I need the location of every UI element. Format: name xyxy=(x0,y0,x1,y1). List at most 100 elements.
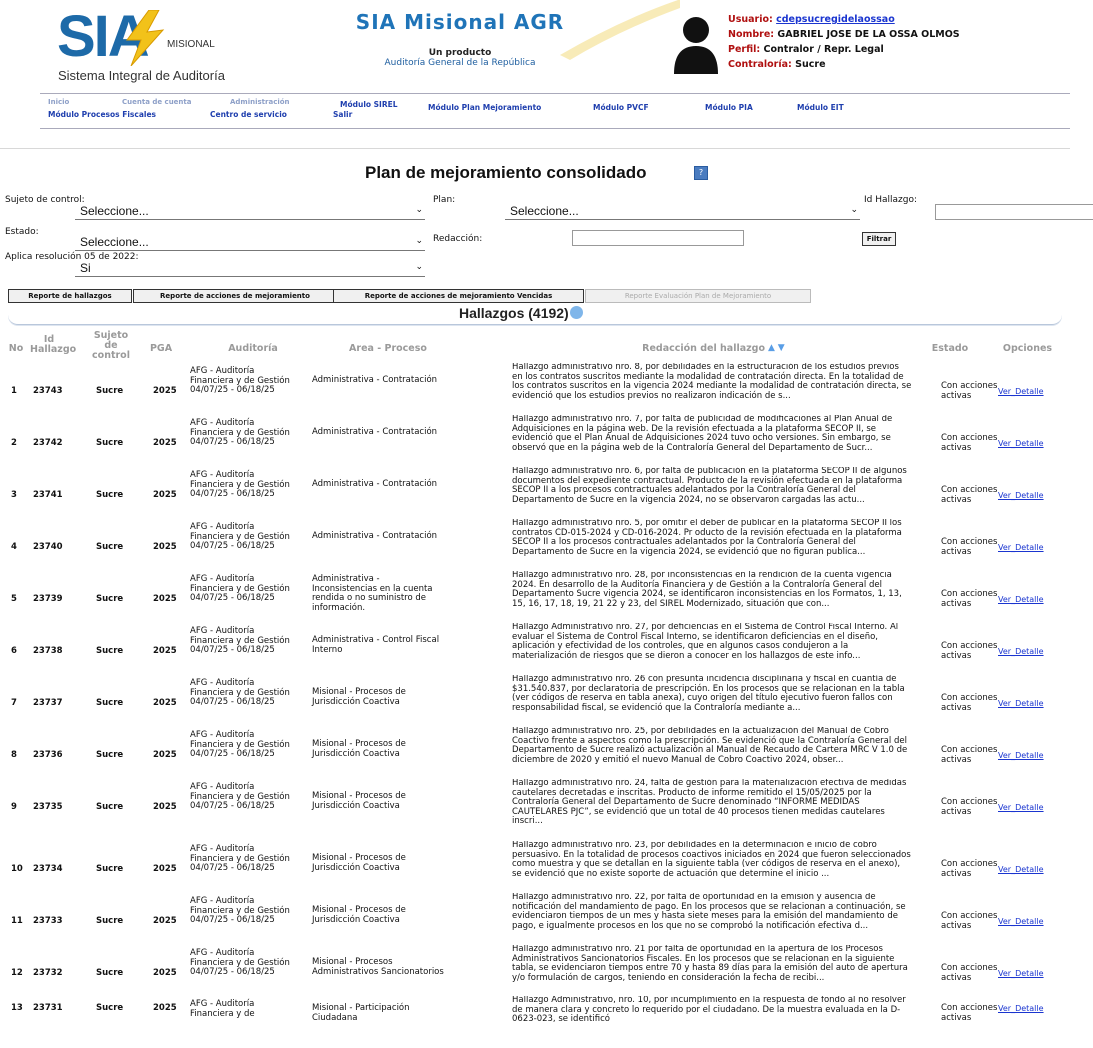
ver-detalle-link[interactable]: Ver_Detalle xyxy=(998,865,1044,875)
cell-area: Administrativa - Control Fiscal Interno xyxy=(312,635,440,655)
nav-salir[interactable]: Salir xyxy=(333,110,352,119)
nav-modulo-eit[interactable]: Módulo EIT xyxy=(797,103,844,112)
cell-sujeto: Sucre xyxy=(96,490,124,500)
nav-centro-servicio[interactable]: Centro de servicio xyxy=(210,110,287,119)
nav-administracion[interactable]: Administración xyxy=(230,98,290,106)
user-silhouette-icon xyxy=(674,17,718,74)
sujeto-select[interactable]: Seleccione... ⌄ xyxy=(75,204,425,220)
chevron-down-icon: ⌄ xyxy=(850,204,858,214)
cell-id: 23737 xyxy=(33,698,63,708)
cell-redaccion: Hallazgo administrativo nro. 5, por omit… xyxy=(512,519,902,557)
cell-sujeto: Sucre xyxy=(96,916,124,926)
cell-auditoria: AFG - Auditoría Financiera y de Gestión … xyxy=(190,782,290,812)
cell-area: Misional - Procesos de Jurisdicción Coac… xyxy=(312,739,406,759)
chevron-down-icon: ⌄ xyxy=(415,261,423,271)
ver-detalle-link[interactable]: Ver_Detalle xyxy=(998,917,1044,927)
cell-id: 23732 xyxy=(33,968,63,978)
cell-redaccion: Hallazgo administrativo nro. 25, por deb… xyxy=(512,727,908,765)
cell-no: 7 xyxy=(11,698,17,708)
cell-sujeto: Sucre xyxy=(96,968,124,978)
sujeto-select-value: Seleccione... xyxy=(80,204,149,218)
cell-pga: 2025 xyxy=(153,916,177,926)
ver-detalle-link[interactable]: Ver_Detalle xyxy=(998,699,1044,709)
cell-estado: Con acciones activas xyxy=(941,859,998,879)
aplica-select[interactable]: Si ⌄ xyxy=(75,261,425,277)
col-auditoria[interactable]: Auditoría xyxy=(218,344,288,354)
ver-detalle-link[interactable]: Ver_Detalle xyxy=(998,1004,1044,1014)
cell-redaccion: Hallazgo Administrativo, nro. 10, por in… xyxy=(512,996,906,1025)
cell-no: 4 xyxy=(11,542,17,552)
reporte-vencidas-button[interactable]: Reporte de acciones de mejoramiento Venc… xyxy=(333,289,584,303)
cell-no: 5 xyxy=(11,594,17,604)
usuario-link[interactable]: cdepsucregidelaossao xyxy=(776,14,895,25)
nav-modulo-procesos-fiscales[interactable]: Módulo Procesos Fiscales xyxy=(48,110,156,119)
help-icon[interactable]: ? xyxy=(694,166,708,180)
cell-no: 8 xyxy=(11,750,17,760)
cell-auditoria: AFG - Auditoría Financiera y de Gestión … xyxy=(190,844,290,874)
cell-no: 10 xyxy=(11,864,23,874)
nav-modulo-pia[interactable]: Módulo PIA xyxy=(705,103,753,112)
reporte-evaluacion-button[interactable]: Reporte Evaluación Plan de Mejoramiento xyxy=(585,289,811,303)
cell-id: 23740 xyxy=(33,542,63,552)
cell-auditoria: AFG - Auditoría Financiera y de Gestión … xyxy=(190,574,290,604)
nombre-label: Nombre: xyxy=(728,29,775,40)
app-subtitle: Un producto xyxy=(428,48,492,58)
cell-no: 11 xyxy=(11,916,23,926)
perfil-label: Perfil: xyxy=(728,44,761,55)
estado-label: Estado: xyxy=(5,227,39,237)
nav-modulo-pvcf[interactable]: Módulo PVCF xyxy=(593,103,649,112)
cell-sujeto: Sucre xyxy=(96,646,124,656)
cell-id: 23735 xyxy=(33,802,63,812)
cell-auditoria: AFG - Auditoría Financiera y de Gestión … xyxy=(190,626,290,656)
ver-detalle-link[interactable]: Ver_Detalle xyxy=(998,543,1044,553)
sort-arrows-icon[interactable]: ▲ ▼ xyxy=(768,343,785,353)
col-redaccion[interactable]: Redacción del hallazgo xyxy=(595,344,765,354)
nav-inicio[interactable]: Inicio xyxy=(48,98,69,106)
estado-select[interactable]: Seleccione... ⌄ xyxy=(75,235,425,251)
ver-detalle-link[interactable]: Ver_Detalle xyxy=(998,969,1044,979)
cell-sujeto: Sucre xyxy=(96,802,124,812)
nav-modulo-plan-mejoramiento[interactable]: Módulo Plan Mejoramiento xyxy=(428,103,541,112)
ver-detalle-link[interactable]: Ver_Detalle xyxy=(998,387,1044,397)
app-title-block: SIA Misional AGR Un producto Auditoría G… xyxy=(300,10,620,68)
ver-detalle-link[interactable]: Ver_Detalle xyxy=(998,647,1044,657)
id-hallazgo-input[interactable] xyxy=(935,204,1093,220)
refresh-icon[interactable] xyxy=(570,306,583,319)
ver-detalle-link[interactable]: Ver_Detalle xyxy=(998,439,1044,449)
col-sujeto[interactable]: Sujeto de control xyxy=(92,331,130,361)
col-pga[interactable]: PGA xyxy=(146,344,176,354)
ver-detalle-link[interactable]: Ver_Detalle xyxy=(998,595,1044,605)
cell-sujeto: Sucre xyxy=(96,438,124,448)
cell-id: 23734 xyxy=(33,864,63,874)
cell-estado: Con acciones activas xyxy=(941,641,998,661)
cell-pga: 2025 xyxy=(153,750,177,760)
cell-sujeto: Sucre xyxy=(96,1003,124,1013)
ver-detalle-link[interactable]: Ver_Detalle xyxy=(998,751,1044,761)
sujeto-label: Sujeto de control: xyxy=(5,195,85,205)
plan-select[interactable]: Seleccione... ⌄ xyxy=(505,204,860,220)
col-id[interactable]: Id Hallazgo xyxy=(30,335,76,355)
hallazgos-title: Hallazgos (4192) xyxy=(459,305,569,321)
cell-estado: Con acciones activas xyxy=(941,537,998,557)
cell-redaccion: Hallazgo Administrativo nro. 27, por def… xyxy=(512,623,899,661)
filtrar-button[interactable]: Filtrar xyxy=(862,232,896,246)
page-title: Plan de mejoramiento consolidado xyxy=(365,163,647,182)
nombre-value: GABRIEL JOSE DE LA OSSA OLMOS xyxy=(777,29,960,40)
ver-detalle-link[interactable]: Ver_Detalle xyxy=(998,803,1044,813)
cell-redaccion: Hallazgo administrativo nro. 23, por deb… xyxy=(512,841,911,879)
sia-logo: SIA MISIONAL Sistema Integral de Auditor… xyxy=(55,8,240,86)
header: SIA MISIONAL Sistema Integral de Auditor… xyxy=(0,0,1093,90)
cell-auditoria: AFG - Auditoría Financiera y de Gestión … xyxy=(190,948,290,978)
nav-modulo-sirel[interactable]: Módulo SIREL xyxy=(340,100,398,109)
nav-cuenta[interactable]: Cuenta de cuenta xyxy=(122,98,192,106)
contraloria-label: Contraloría: xyxy=(728,59,792,70)
app-title: SIA Misional AGR xyxy=(355,10,565,34)
col-area[interactable]: Area - Proceso xyxy=(338,344,438,354)
ver-detalle-link[interactable]: Ver_Detalle xyxy=(998,491,1044,501)
reporte-acciones-button[interactable]: Reporte de acciones de mejoramiento xyxy=(133,289,337,303)
cell-pga: 2025 xyxy=(153,1003,177,1013)
cell-auditoria: AFG - Auditoría Financiera y de Gestión … xyxy=(190,522,290,552)
reporte-hallazgos-button[interactable]: Reporte de hallazgos xyxy=(8,289,132,303)
cell-estado: Con acciones activas xyxy=(941,485,998,505)
redaccion-input[interactable] xyxy=(572,230,744,246)
